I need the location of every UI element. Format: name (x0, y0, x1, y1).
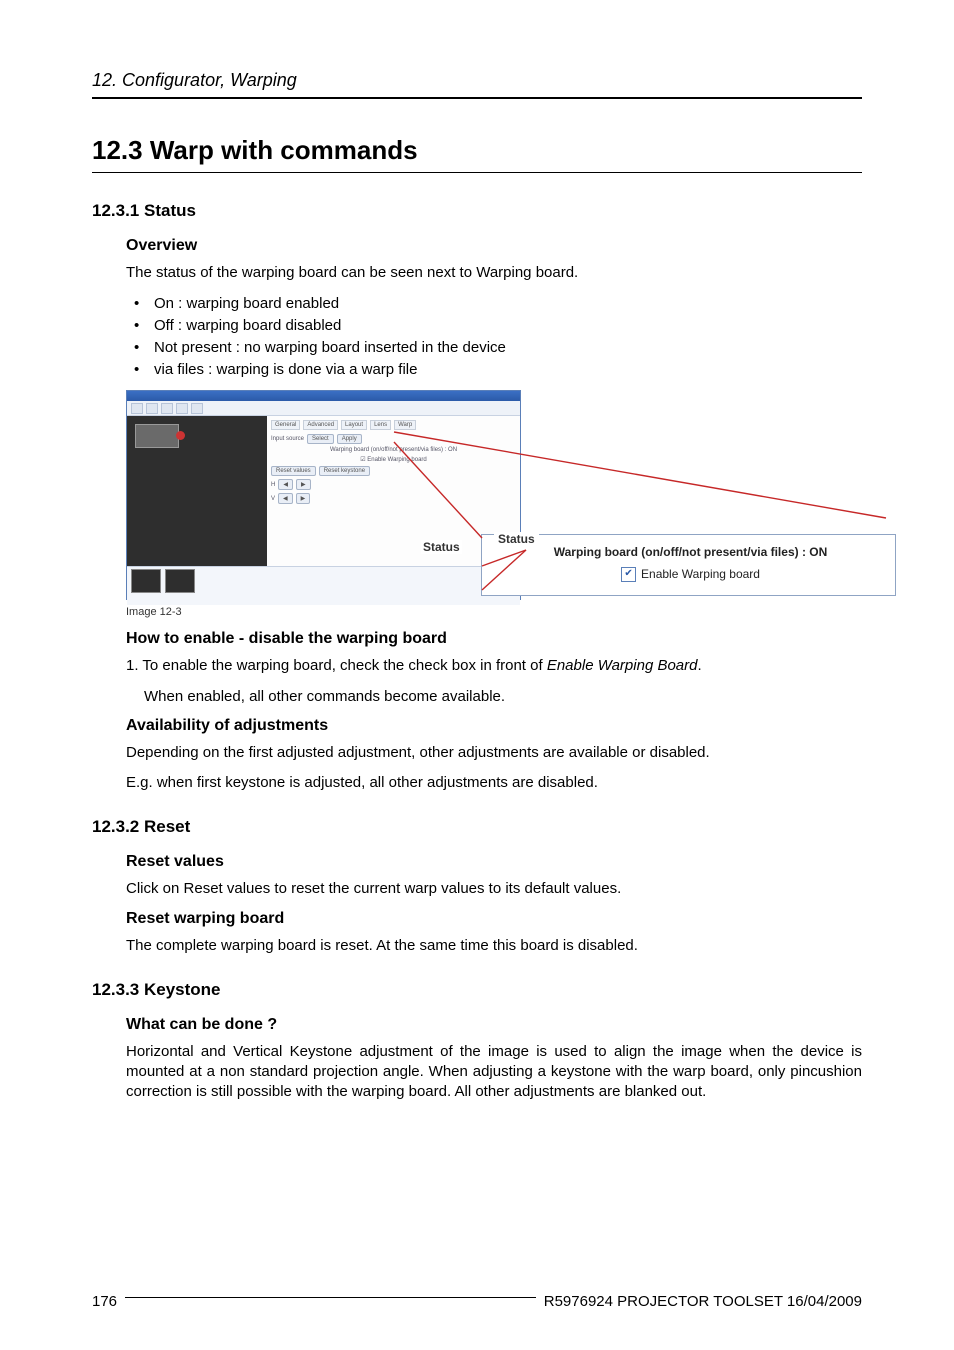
figure-toolbar-button (146, 403, 158, 414)
figure-tab: Advanced (303, 420, 338, 430)
what-can-be-done-heading: What can be done ? (126, 1016, 862, 1034)
reset-warping-board-text: The complete warping board is reset. At … (126, 936, 862, 956)
howto-step-text-pre: 1. To enable the warping board, check th… (126, 657, 547, 674)
page-footer: 176 R5976924 PROJECTOR TOOLSET 16/04/200… (92, 1285, 862, 1310)
status-callout-label: Status (421, 540, 462, 554)
running-header: 12. Configurator, Warping (92, 70, 862, 91)
figure-toolbar (127, 401, 520, 416)
reset-values-text: Click on Reset values to reset the curre… (126, 879, 862, 899)
overview-heading: Overview (126, 237, 862, 255)
subsection-12-3-3: 12.3.3 Keystone (92, 980, 862, 1000)
howto-step-result: When enabled, all other commands become … (144, 687, 862, 707)
subsection-12-3-1: 12.3.1 Status (92, 201, 862, 221)
reset-values-heading: Reset values (126, 853, 862, 871)
status-bullet-list: On : warping board enabled Off : warping… (126, 293, 862, 380)
projector-icon (135, 424, 179, 448)
subsection-12-3-2: 12.3.2 Reset (92, 817, 862, 837)
figure-toolbar-button (161, 403, 173, 414)
figure-12-3: General Advanced Layout Lens Warp Input … (126, 390, 896, 600)
heading-underline (92, 172, 862, 173)
enable-warping-label: Enable Warping board (641, 567, 760, 581)
figure-titlebar (127, 391, 520, 401)
howto-step-text-post: . (697, 657, 701, 674)
figure-tab: Warp (394, 420, 416, 430)
availability-heading: Availability of adjustments (126, 717, 862, 735)
page-number: 176 (92, 1293, 117, 1310)
figure-bottom-bar (127, 566, 520, 605)
figure-caption: Image 12-3 (126, 606, 862, 618)
figure-app-window: General Advanced Layout Lens Warp Input … (126, 390, 521, 600)
list-item: via files : warping is done via a warp f… (126, 359, 862, 381)
warping-board-status-text: Warping board (on/off/not present/via fi… (494, 541, 887, 563)
footer-rule (125, 1297, 536, 1298)
howto-step-emphasis: Enable Warping Board (547, 657, 698, 674)
figure-thumbnail (165, 569, 195, 593)
figure-toolbar-button (131, 403, 143, 414)
availability-text-2: E.g. when first keystone is adjusted, al… (126, 773, 862, 793)
header-rule (92, 97, 862, 99)
figure-tab: General (271, 420, 300, 430)
footer-doc-id: R5976924 PROJECTOR TOOLSET 16/04/2009 (544, 1293, 862, 1310)
list-item: On : warping board enabled (126, 293, 862, 315)
figure-preview-pane (127, 416, 267, 566)
figure-toolbar-button (176, 403, 188, 414)
keystone-description: Horizontal and Vertical Keystone adjustm… (126, 1042, 862, 1103)
list-item: Off : warping board disabled (126, 315, 862, 337)
figure-detail-panel: Status Warping board (on/off/not present… (481, 534, 896, 596)
figure-toolbar-button (191, 403, 203, 414)
availability-text-1: Depending on the first adjusted adjustme… (126, 743, 862, 763)
figure-detail-title: Status (494, 532, 539, 546)
howto-heading: How to enable - disable the warping boar… (126, 630, 862, 648)
figure-tab: Layout (341, 420, 367, 430)
section-heading-12-3: 12.3 Warp with commands (92, 135, 862, 166)
figure-tab: Lens (370, 420, 391, 430)
enable-warping-checkbox[interactable]: ✔ (621, 567, 636, 582)
howto-step-1: 1. To enable the warping board, check th… (126, 656, 862, 676)
reset-warping-board-heading: Reset warping board (126, 910, 862, 928)
figure-thumbnail (131, 569, 161, 593)
overview-text: The status of the warping board can be s… (126, 263, 862, 283)
list-item: Not present : no warping board inserted … (126, 337, 862, 359)
